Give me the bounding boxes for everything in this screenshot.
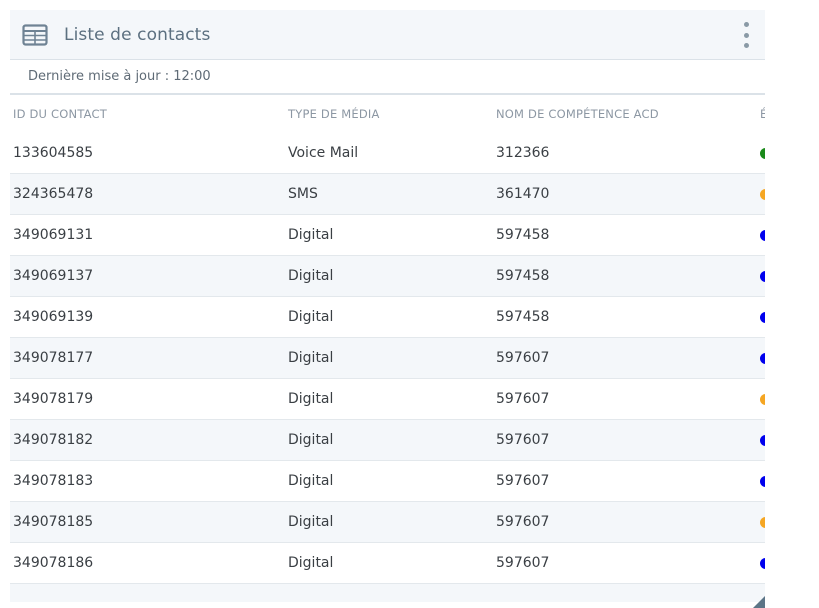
contact-id-cell: 349078182 xyxy=(10,419,285,461)
resize-handle[interactable] xyxy=(753,596,765,608)
acd-skill-cell: 597458 xyxy=(493,214,757,256)
column-header-acd-skill[interactable]: NOM DE COMPÉTENCE ACD xyxy=(493,95,757,133)
table-row[interactable]: 349069131 Digital 597458 xyxy=(10,214,765,256)
status-cell xyxy=(757,173,765,215)
status-dot-icon xyxy=(760,147,765,159)
widget-header: Liste de contacts xyxy=(10,10,765,60)
status-cell xyxy=(757,378,765,420)
contact-id-cell: 349078185 xyxy=(10,501,285,543)
media-type-cell: Digital xyxy=(285,501,493,543)
status-dot-icon xyxy=(760,557,765,569)
contact-id-cell: 349078183 xyxy=(10,460,285,502)
status-cell xyxy=(757,133,765,174)
column-header-media-type[interactable]: TYPE DE MÉDIA xyxy=(285,95,493,133)
contact-id-cell: 324365478 xyxy=(10,173,285,215)
table-row[interactable]: 349069139 Digital 597458 xyxy=(10,296,765,338)
kebab-menu-icon[interactable] xyxy=(741,22,751,48)
contact-id-cell: 349078177 xyxy=(10,337,285,379)
contact-id-cell: 349069139 xyxy=(10,296,285,338)
status-cell xyxy=(757,542,765,584)
status-cell xyxy=(757,255,765,297)
table-row[interactable]: 349078182 Digital 597607 xyxy=(10,419,765,461)
media-type-cell: Digital xyxy=(285,214,493,256)
empty-cell xyxy=(285,583,493,602)
media-type-cell: Digital xyxy=(285,460,493,502)
empty-cell xyxy=(493,583,757,602)
media-type-cell: Digital xyxy=(285,296,493,338)
table-row[interactable]: 349078186 Digital 597607 xyxy=(10,542,765,584)
acd-skill-cell: 597607 xyxy=(493,378,757,420)
table-row[interactable]: 349078177 Digital 597607 xyxy=(10,337,765,379)
table-row[interactable]: 349069137 Digital 597458 xyxy=(10,255,765,297)
contact-list-widget: Liste de contacts Dernière mise à jour :… xyxy=(10,10,765,608)
status-dot-icon xyxy=(760,516,765,528)
media-type-cell: Digital xyxy=(285,378,493,420)
acd-skill-cell: 597458 xyxy=(493,296,757,338)
media-type-cell: Voice Mail xyxy=(285,133,493,174)
last-update-text: Dernière mise à jour : 12:00 xyxy=(10,60,765,95)
table-header-row: ID DU CONTACT TYPE DE MÉDIA NOM DE COMPÉ… xyxy=(10,95,765,133)
status-cell xyxy=(757,296,765,338)
status-cell xyxy=(757,460,765,502)
acd-skill-cell: 597607 xyxy=(493,337,757,379)
status-dot-icon xyxy=(760,188,765,200)
acd-skill-cell: 597607 xyxy=(493,419,757,461)
media-type-cell: Digital xyxy=(285,419,493,461)
contacts-table: ID DU CONTACT TYPE DE MÉDIA NOM DE COMPÉ… xyxy=(10,95,765,602)
table-row[interactable]: 133604585 Voice Mail 312366 xyxy=(10,133,765,174)
acd-skill-cell: 597607 xyxy=(493,501,757,543)
column-header-contact-id[interactable]: ID DU CONTACT xyxy=(10,95,285,133)
table-row-partial xyxy=(10,583,765,602)
media-type-cell: Digital xyxy=(285,337,493,379)
table-icon xyxy=(22,23,48,46)
acd-skill-cell: 597607 xyxy=(493,460,757,502)
contact-id-cell: 349078179 xyxy=(10,378,285,420)
status-dot-icon xyxy=(760,352,765,364)
status-dot-icon xyxy=(760,434,765,446)
column-header-status[interactable]: É xyxy=(757,95,765,133)
acd-skill-cell: 597607 xyxy=(493,542,757,584)
acd-skill-cell: 312366 xyxy=(493,133,757,174)
acd-skill-cell: 361470 xyxy=(493,173,757,215)
status-dot-icon xyxy=(760,311,765,323)
widget-title: Liste de contacts xyxy=(64,24,211,45)
table-row[interactable]: 349078179 Digital 597607 xyxy=(10,378,765,420)
status-dot-icon xyxy=(760,229,765,241)
status-cell xyxy=(757,501,765,543)
status-dot-icon xyxy=(760,393,765,405)
table-row[interactable]: 349078185 Digital 597607 xyxy=(10,501,765,543)
status-cell xyxy=(757,214,765,256)
media-type-cell: SMS xyxy=(285,173,493,215)
status-cell xyxy=(757,337,765,379)
contact-id-cell: 349069131 xyxy=(10,214,285,256)
contact-id-cell: 133604585 xyxy=(10,133,285,174)
acd-skill-cell: 597458 xyxy=(493,255,757,297)
status-dot-icon xyxy=(760,475,765,487)
contact-id-cell: 349069137 xyxy=(10,255,285,297)
status-cell xyxy=(757,419,765,461)
status-dot-icon xyxy=(760,270,765,282)
contact-id-cell: 349078186 xyxy=(10,542,285,584)
empty-cell xyxy=(10,583,285,602)
media-type-cell: Digital xyxy=(285,255,493,297)
media-type-cell: Digital xyxy=(285,542,493,584)
table-row[interactable]: 324365478 SMS 361470 xyxy=(10,173,765,215)
table-row[interactable]: 349078183 Digital 597607 xyxy=(10,460,765,502)
